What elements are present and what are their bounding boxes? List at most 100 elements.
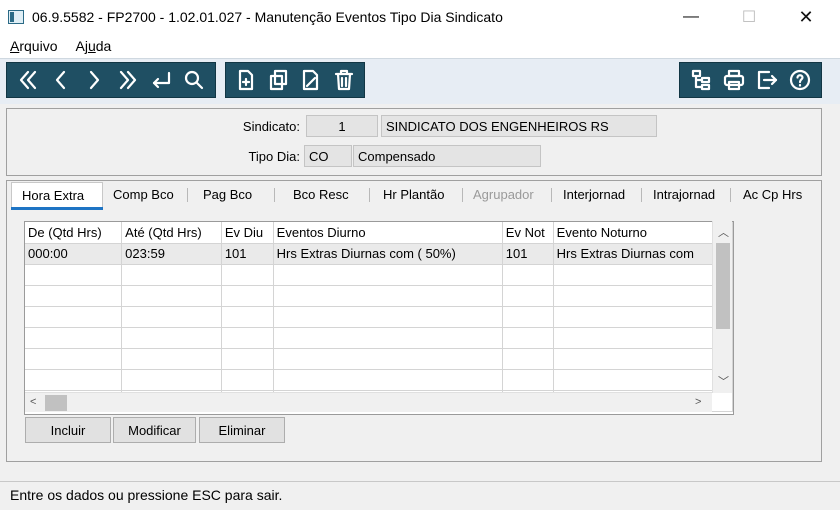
tab-comp-bco[interactable]: Comp Bco <box>113 182 174 208</box>
close-button[interactable]: ✕ <box>783 0 829 34</box>
header-row: De (Qtd Hrs) Até (Qtd Hrs) Ev Diu Evento… <box>25 222 733 244</box>
tab-intrajornad[interactable]: Intrajornad <box>653 182 715 208</box>
cell-de[interactable]: 000:00 <box>25 243 123 265</box>
table-row[interactable]: 000:00 023:59 101 Hrs Extras Diurnas com… <box>25 243 733 265</box>
menu-arquivo-label: rquivo <box>19 38 58 54</box>
new-record-icon <box>239 69 254 91</box>
tipo-dia-code-field[interactable]: CO <box>304 145 352 167</box>
sindicato-code-field[interactable]: 1 <box>306 115 378 137</box>
events-grid: De (Qtd Hrs) Até (Qtd Hrs) Ev Diu Evento… <box>24 221 734 415</box>
tab-ac-cp-hrs[interactable]: Ac Cp Hrs <box>743 182 802 208</box>
exit-button[interactable] <box>751 63 784 97</box>
next-record-button[interactable] <box>78 63 111 97</box>
cell-evento-noturno[interactable]: Hrs Extras Diurnas com <box>553 243 733 265</box>
tab-separator <box>641 188 642 202</box>
tab-bar: Hora Extra Comp Bco Pag Bco Bco Resc Hr … <box>6 182 822 210</box>
tab-separator <box>462 188 463 202</box>
last-record-button[interactable] <box>111 63 144 97</box>
menu-ajuda-label-end: da <box>95 38 112 54</box>
tipo-dia-label: Tipo Dia: <box>248 149 300 164</box>
cell-eventos-diurno[interactable]: Hrs Extras Diurnas com ( 50%) <box>273 243 503 265</box>
tab-separator <box>187 188 188 202</box>
menu-arquivo-mnemonic: A <box>10 38 20 54</box>
delete-button[interactable] <box>328 63 361 97</box>
title-bar: 06.9.5582 - FP2700 - 1.02.01.027 - Manut… <box>0 0 840 34</box>
tab-bco-resc[interactable]: Bco Resc <box>293 182 349 208</box>
column-header-eventos-diurno[interactable]: Eventos Diurno <box>273 222 503 244</box>
scroll-down-icon[interactable]: ﹀ <box>718 373 729 389</box>
sindicato-name-field: SINDICATO DOS ENGENHEIROS RS <box>381 115 657 137</box>
new-record-button[interactable] <box>230 63 263 97</box>
status-bar: Entre os dados ou pressione ESC para sai… <box>0 481 840 510</box>
empty-row[interactable] <box>25 285 733 307</box>
horizontal-scrollbar[interactable]: < > <box>25 392 712 412</box>
tab-separator <box>730 188 731 202</box>
help-icon <box>790 69 811 91</box>
events-table: De (Qtd Hrs) Até (Qtd Hrs) Ev Diu Evento… <box>25 222 733 412</box>
print-icon <box>723 69 744 91</box>
horizontal-scroll-thumb[interactable] <box>45 395 67 411</box>
empty-row[interactable] <box>25 348 733 370</box>
previous-record-button[interactable] <box>44 63 77 97</box>
tab-agrupador: Agrupador <box>473 187 534 202</box>
search-button[interactable] <box>178 63 211 97</box>
tab-separator <box>274 188 275 202</box>
first-record-button[interactable] <box>11 63 44 97</box>
return-button[interactable] <box>144 63 177 97</box>
tipo-dia-name-field: Compensado <box>353 145 541 167</box>
navigation-toolbar <box>6 62 216 98</box>
menu-bar: Arquivo Ajuda <box>0 34 840 58</box>
tree-button[interactable] <box>684 63 717 97</box>
copy-record-button[interactable] <box>263 63 296 97</box>
maximize-button[interactable]: ☐ <box>726 0 772 34</box>
column-header-ev-diu[interactable]: Ev Diu <box>221 222 274 244</box>
empty-row[interactable] <box>25 264 733 286</box>
vertical-scroll-thumb[interactable] <box>716 243 730 329</box>
scroll-left-icon[interactable]: < <box>30 396 36 408</box>
menu-ajuda[interactable]: Ajuda <box>75 38 111 54</box>
modificar-button[interactable]: Modificar <box>113 417 196 443</box>
help-button[interactable] <box>784 63 817 97</box>
menu-ajuda-label-start: Aj <box>75 38 88 54</box>
previous-icon <box>55 70 66 90</box>
app-icon <box>8 10 24 24</box>
menu-arquivo[interactable]: Arquivo <box>10 38 57 54</box>
active-tab-indicator <box>11 207 103 210</box>
window-title: 06.9.5582 - FP2700 - 1.02.01.027 - Manut… <box>32 9 503 25</box>
cell-ev-not[interactable]: 101 <box>502 243 554 265</box>
print-button[interactable] <box>717 63 750 97</box>
cell-ate[interactable]: 023:59 <box>121 243 222 265</box>
scroll-up-icon[interactable]: ︿ <box>718 224 729 240</box>
sindicato-label: Sindicato: <box>242 119 300 134</box>
search-icon <box>185 70 204 90</box>
copy-record-icon <box>269 69 287 91</box>
edit-record-button[interactable] <box>295 63 328 97</box>
tab-interjornad[interactable]: Interjornad <box>563 182 625 208</box>
cell-ev-diu[interactable]: 101 <box>221 243 274 265</box>
tab-separator <box>369 188 370 202</box>
column-header-de[interactable]: De (Qtd Hrs) <box>25 222 123 244</box>
tab-pag-bco[interactable]: Pag Bco <box>203 182 252 208</box>
incluir-button[interactable]: Incluir <box>25 417 111 443</box>
utility-toolbar <box>679 62 822 98</box>
eliminar-button[interactable]: Eliminar <box>199 417 285 443</box>
exit-icon <box>758 70 778 90</box>
vertical-scrollbar[interactable]: ︿ ﹀ <box>712 221 732 393</box>
column-header-evento-noturno[interactable]: Evento Noturno <box>553 222 733 244</box>
column-header-ate[interactable]: Até (Qtd Hrs) <box>121 222 222 244</box>
tab-hora-extra[interactable]: Hora Extra <box>11 182 103 208</box>
delete-icon <box>334 69 353 91</box>
empty-row[interactable] <box>25 327 733 349</box>
scroll-right-icon[interactable]: > <box>695 396 701 408</box>
empty-row[interactable] <box>25 369 733 391</box>
minimize-button[interactable]: — <box>668 0 714 34</box>
edit-record-icon <box>303 69 319 91</box>
tab-separator <box>551 188 552 202</box>
menu-ajuda-mnemonic: u <box>87 38 96 54</box>
edit-toolbar <box>225 62 365 98</box>
next-icon <box>90 70 100 90</box>
tab-hr-plantao[interactable]: Hr Plantão <box>383 182 444 208</box>
return-icon <box>152 71 171 89</box>
empty-row[interactable] <box>25 306 733 328</box>
column-header-ev-not[interactable]: Ev Not <box>502 222 554 244</box>
